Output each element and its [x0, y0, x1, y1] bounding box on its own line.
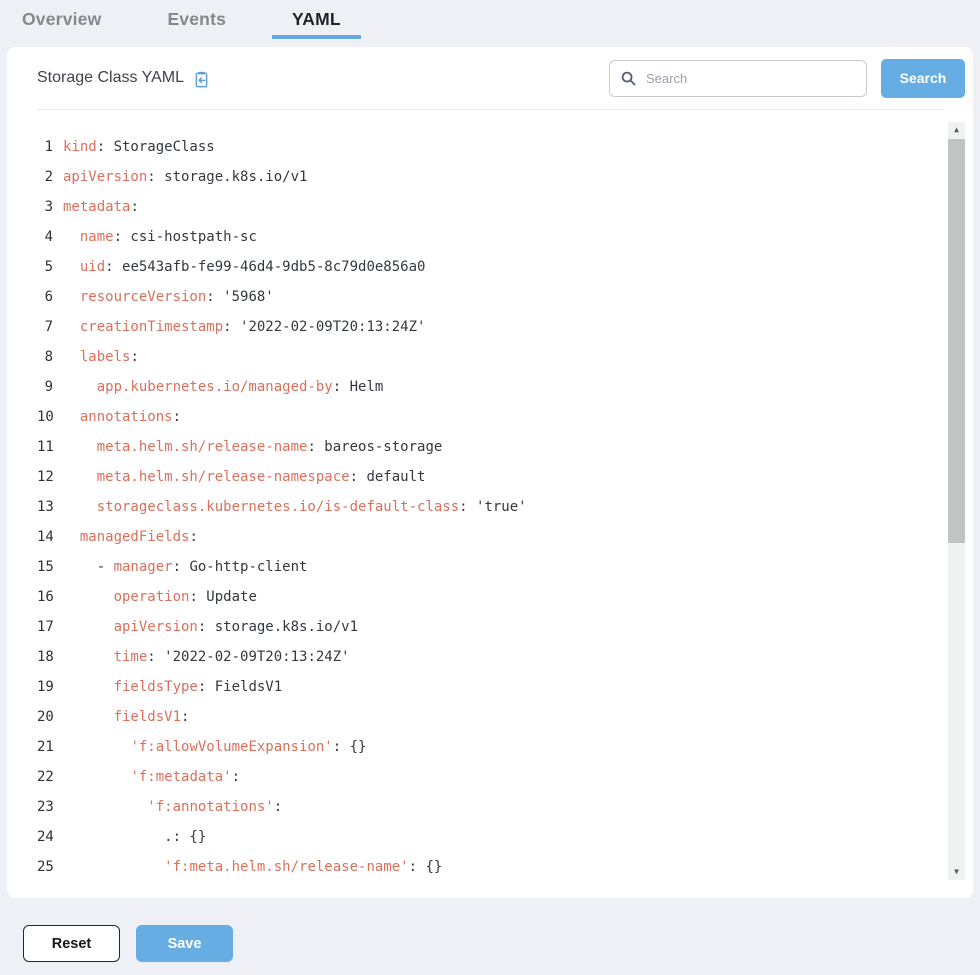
line-number: 4 — [37, 222, 63, 252]
line-number: 3 — [37, 192, 63, 222]
line-number: 2 — [37, 162, 63, 192]
code-line: 18 time: '2022-02-09T20:13:24Z' — [37, 642, 943, 672]
code-lines: 1kind: StorageClass2apiVersion: storage.… — [37, 132, 943, 882]
tab-bar: Overview Events YAML — [0, 0, 980, 47]
scrollbar-thumb[interactable] — [948, 139, 965, 543]
code-line: 24 .: {} — [37, 822, 943, 852]
line-number: 13 — [37, 492, 63, 522]
search-input[interactable] — [646, 71, 856, 86]
code-line: 21 'f:allowVolumeExpansion': {} — [37, 732, 943, 762]
tab-events[interactable]: Events — [147, 3, 246, 39]
line-number: 17 — [37, 612, 63, 642]
line-number: 20 — [37, 702, 63, 732]
line-number: 16 — [37, 582, 63, 612]
code-line: 17 apiVersion: storage.k8s.io/v1 — [37, 612, 943, 642]
header-divider — [37, 109, 943, 110]
page-title: Storage Class YAML — [37, 69, 184, 87]
line-number: 5 — [37, 252, 63, 282]
code-line: 8 labels: — [37, 342, 943, 372]
search-button[interactable]: Search — [881, 59, 965, 98]
line-number: 21 — [37, 732, 63, 762]
footer: Reset Save — [0, 903, 980, 975]
code-line: 15 - manager: Go-http-client — [37, 552, 943, 582]
line-number: 10 — [37, 402, 63, 432]
yaml-editor[interactable]: 1kind: StorageClass2apiVersion: storage.… — [7, 118, 973, 894]
line-number: 15 — [37, 552, 63, 582]
code-line: 14 managedFields: — [37, 522, 943, 552]
scrollbar-up-arrow-icon[interactable]: ▲ — [948, 122, 965, 138]
line-number: 22 — [37, 762, 63, 792]
yaml-panel: Storage Class YAML Search — [7, 47, 973, 898]
tab-yaml[interactable]: YAML — [272, 3, 361, 39]
code-line: 16 operation: Update — [37, 582, 943, 612]
code-line: 1kind: StorageClass — [37, 132, 943, 162]
line-number: 8 — [37, 342, 63, 372]
search-box — [609, 60, 867, 97]
line-number: 1 — [37, 132, 63, 162]
clipboard-paste-icon[interactable] — [192, 70, 211, 89]
panel-header: Storage Class YAML Search — [7, 47, 973, 109]
code-line: 25 'f:meta.helm.sh/release-name': {} — [37, 852, 943, 882]
code-line: 13 storageclass.kubernetes.io/is-default… — [37, 492, 943, 522]
save-button[interactable]: Save — [136, 925, 233, 962]
line-number: 11 — [37, 432, 63, 462]
reset-button[interactable]: Reset — [23, 925, 120, 962]
code-line: 7 creationTimestamp: '2022-02-09T20:13:2… — [37, 312, 943, 342]
line-number: 24 — [37, 822, 63, 852]
code-line: 6 resourceVersion: '5968' — [37, 282, 943, 312]
line-number: 19 — [37, 672, 63, 702]
search-icon — [620, 70, 637, 87]
code-line: 22 'f:metadata': — [37, 762, 943, 792]
line-number: 23 — [37, 792, 63, 822]
code-line: 23 'f:annotations': — [37, 792, 943, 822]
line-number: 7 — [37, 312, 63, 342]
line-number: 25 — [37, 852, 63, 882]
code-line: 5 uid: ee543afb-fe99-46d4-9db5-8c79d0e85… — [37, 252, 943, 282]
line-number: 12 — [37, 462, 63, 492]
code-line: 12 meta.helm.sh/release-namespace: defau… — [37, 462, 943, 492]
line-number: 18 — [37, 642, 63, 672]
scrollbar-down-arrow-icon[interactable]: ▼ — [948, 864, 965, 880]
line-number: 14 — [37, 522, 63, 552]
tab-overview[interactable]: Overview — [2, 3, 121, 39]
line-number: 9 — [37, 372, 63, 402]
code-line: 20 fieldsV1: — [37, 702, 943, 732]
editor-scrollbar[interactable]: ▲ ▼ — [948, 122, 965, 880]
code-line: 10 annotations: — [37, 402, 943, 432]
code-line: 9 app.kubernetes.io/managed-by: Helm — [37, 372, 943, 402]
line-number: 6 — [37, 282, 63, 312]
code-line: 4 name: csi-hostpath-sc — [37, 222, 943, 252]
code-line: 11 meta.helm.sh/release-name: bareos-sto… — [37, 432, 943, 462]
code-line: 19 fieldsType: FieldsV1 — [37, 672, 943, 702]
code-line: 2apiVersion: storage.k8s.io/v1 — [37, 162, 943, 192]
code-line: 3metadata: — [37, 192, 943, 222]
